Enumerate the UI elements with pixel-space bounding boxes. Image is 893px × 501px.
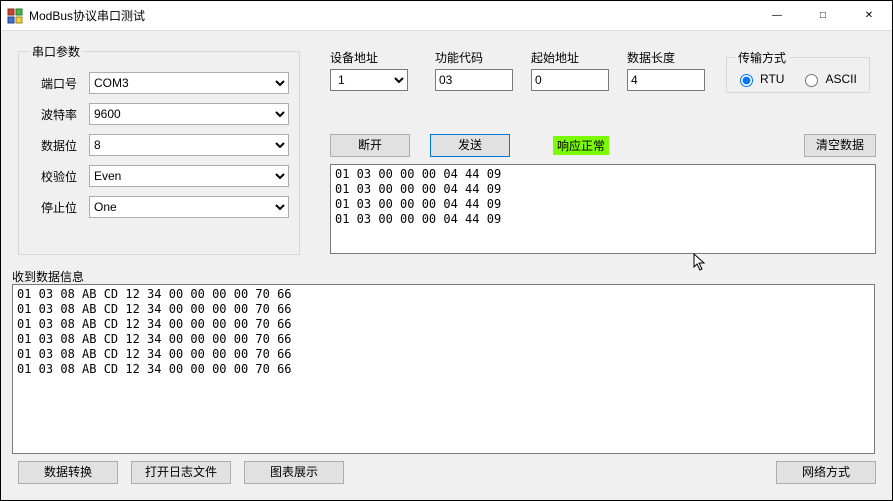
data-length-input[interactable] [627,69,705,91]
window-title: ModBus协议串口测试 [29,7,145,24]
function-code-block: 功能代码 [435,49,513,91]
ascii-radio[interactable] [805,74,818,87]
transmit-mode-legend: 传输方式 [735,49,789,66]
close-button[interactable]: ✕ [846,1,892,31]
device-address-select[interactable]: 1 [330,69,408,91]
stopbits-select[interactable]: One [89,196,289,218]
device-address-label: 设备地址 [330,49,408,66]
databits-label: 数据位 [29,137,89,154]
ascii-radio-label[interactable]: ASCII [800,71,856,87]
ascii-radio-text: ASCII [825,72,856,86]
function-code-label: 功能代码 [435,49,513,66]
send-log-textarea[interactable]: 01 03 00 00 00 04 44 09 01 03 00 00 00 0… [330,164,876,254]
baud-label: 波特率 [29,106,89,123]
device-address-block: 设备地址 1 [330,49,408,91]
serial-params-group: 串口参数 端口号 COM3 波特率 9600 数据位 8 校验位 Even 停止… [18,43,300,255]
rtu-radio-label[interactable]: RTU [735,71,784,87]
status-badge: 响应正常 [553,136,609,155]
disconnect-button[interactable]: 断开 [330,134,410,157]
parity-select[interactable]: Even [89,165,289,187]
serial-params-legend: 串口参数 [29,43,83,60]
cursor-icon [693,253,707,273]
function-code-input[interactable] [435,69,513,91]
app-icon [7,8,23,24]
data-convert-button[interactable]: 数据转换 [18,461,118,484]
clear-data-button[interactable]: 清空数据 [804,134,876,157]
send-button[interactable]: 发送 [430,134,510,157]
maximize-button[interactable]: □ [800,1,846,31]
titlebar: ModBus协议串口测试 — □ ✕ [1,1,892,31]
received-data-label: 收到数据信息 [12,268,84,285]
start-address-block: 起始地址 [531,49,609,91]
port-select[interactable]: COM3 [89,72,289,94]
start-address-input[interactable] [531,69,609,91]
received-log-textarea[interactable]: 01 03 08 AB CD 12 34 00 00 00 00 70 66 0… [12,284,875,454]
minimize-button[interactable]: — [754,1,800,31]
rtu-radio-text: RTU [760,72,784,86]
start-address-label: 起始地址 [531,49,609,66]
data-length-label: 数据长度 [627,49,705,66]
baud-select[interactable]: 9600 [89,103,289,125]
rtu-radio[interactable] [740,74,753,87]
databits-select[interactable]: 8 [89,134,289,156]
chart-view-button[interactable]: 图表展示 [244,461,344,484]
network-mode-button[interactable]: 网络方式 [776,461,876,484]
port-label: 端口号 [29,75,89,92]
transmit-mode-group: 传输方式 RTU ASCII [726,49,870,93]
open-log-button[interactable]: 打开日志文件 [131,461,231,484]
client-area: 串口参数 端口号 COM3 波特率 9600 数据位 8 校验位 Even 停止… [1,31,892,500]
stopbits-label: 停止位 [29,199,89,216]
parity-label: 校验位 [29,168,89,185]
data-length-block: 数据长度 [627,49,705,91]
